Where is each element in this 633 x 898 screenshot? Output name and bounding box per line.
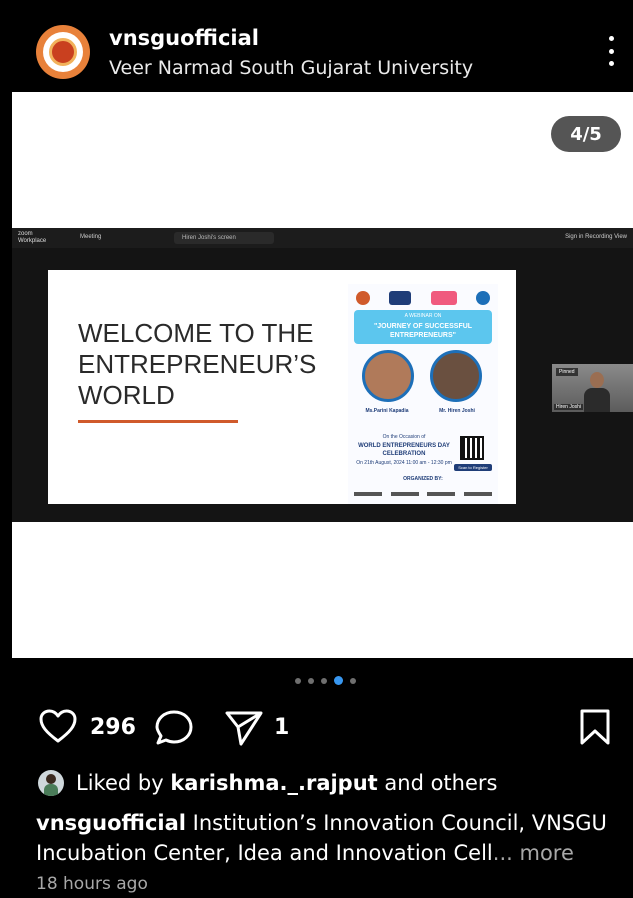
- poster-webinar-label: A WEBINAR ON: [404, 313, 442, 319]
- webinar-poster: A WEBINAR ON "JOURNEY OF SUCCESSFUL ENTR…: [348, 284, 498, 504]
- account-name[interactable]: Veer Narmad South Gujarat University: [109, 57, 473, 79]
- zoom-right-controls: Sign in Recording View: [565, 234, 627, 240]
- university-logo: [43, 32, 83, 72]
- poster-date: On 21th August, 2024 11:00 am - 12:30 pm: [356, 460, 452, 466]
- post-header: vnsguofficial Veer Narmad South Gujarat …: [12, 6, 633, 92]
- webcam-person: [584, 372, 610, 412]
- heart-outline-icon[interactable]: [38, 708, 78, 749]
- zoom-meeting-label: Meeting: [80, 234, 102, 240]
- speaker-photo: [430, 350, 482, 402]
- carousel-dot-active: [334, 676, 343, 685]
- poster-title: "JOURNEY OF SUCCESSFUL ENTREPRENEURS": [373, 323, 473, 339]
- poster-register: Scan to Register: [454, 464, 492, 471]
- liker-avatar[interactable]: [38, 770, 64, 796]
- liked-by-text: Liked by karishma._.rajput and others: [76, 771, 497, 795]
- webcam-thumbnail: Pinned Hiren Joshi: [552, 364, 633, 412]
- profile-avatar[interactable]: [36, 25, 90, 79]
- caption-username[interactable]: vnsguofficial: [36, 811, 186, 835]
- post-caption: vnsguofficial Institution’s Innovation C…: [36, 808, 626, 868]
- carousel-indicator: [295, 676, 356, 685]
- logo-emblem: [49, 38, 77, 66]
- zoom-share-pill: Hiren Joshi's screen: [174, 232, 274, 244]
- zoom-toolbar: zoom Workplace Meeting Hiren Joshi's scr…: [12, 228, 633, 248]
- liked-by-row[interactable]: Liked by karishma._.rajput and others: [38, 768, 497, 798]
- logo-icon: [430, 291, 457, 305]
- logo-icon: [356, 291, 370, 305]
- slide-counter: 4/5: [551, 116, 621, 152]
- poster-logos: [356, 290, 490, 306]
- send-paper-plane-icon[interactable]: [224, 708, 264, 751]
- poster-event: WORLD ENTREPRENEURS DAY CELEBRATION: [358, 443, 450, 457]
- liked-by-username[interactable]: karishma._.rajput: [170, 771, 377, 795]
- likes-count[interactable]: 296: [90, 715, 136, 740]
- comment-bubble-icon[interactable]: [154, 708, 194, 751]
- carousel-dot: [295, 677, 301, 684]
- speaker-name: Ms.Parini Kapadia: [365, 408, 409, 414]
- poster-organizer: ORGANIZED BY:: [403, 476, 443, 482]
- logo-icon: [389, 291, 412, 305]
- speaker-photo: [362, 350, 414, 402]
- qr-code-icon: [460, 436, 484, 460]
- poster-occasion: On the Occasion of: [382, 434, 426, 440]
- slide-heading: WELCOME TO THE ENTREPRENEUR’S WORLD: [78, 318, 317, 410]
- bookmark-outline-icon[interactable]: [578, 708, 612, 751]
- username[interactable]: vnsguofficial: [109, 26, 259, 50]
- shares-count: 1: [274, 715, 290, 740]
- zoom-brand: zoom Workplace: [18, 231, 47, 244]
- poster-footer: [354, 492, 492, 498]
- action-bar: 296 1: [12, 704, 633, 748]
- instagram-post: vnsguofficial Veer Narmad South Gujarat …: [12, 6, 633, 898]
- webcam-tag: Pinned: [556, 368, 578, 376]
- zoom-screenshot: zoom Workplace Meeting Hiren Joshi's scr…: [12, 228, 633, 522]
- liked-by-suffix[interactable]: and others: [378, 771, 497, 795]
- post-media[interactable]: 4/5 zoom Workplace Meeting Hiren Joshi's…: [12, 92, 633, 658]
- liked-by-prefix: Liked by: [76, 771, 171, 795]
- logo-icon: [475, 291, 490, 305]
- webcam-label: Hiren Joshi: [554, 404, 584, 410]
- speaker-name: Mr. Hiren Joshi: [439, 408, 475, 414]
- carousel-dot: [308, 677, 314, 684]
- carousel-dot: [321, 677, 327, 684]
- poster-banner: A WEBINAR ON "JOURNEY OF SUCCESSFUL ENTR…: [354, 310, 492, 344]
- presentation-slide: WELCOME TO THE ENTREPRENEUR’S WORLD A WE…: [48, 270, 516, 504]
- caption-more-link[interactable]: ... more: [493, 841, 574, 865]
- slide-underline: [78, 420, 238, 423]
- more-vertical-icon[interactable]: [603, 36, 619, 66]
- carousel-dot: [350, 677, 356, 684]
- post-timestamp[interactable]: 18 hours ago: [36, 874, 148, 894]
